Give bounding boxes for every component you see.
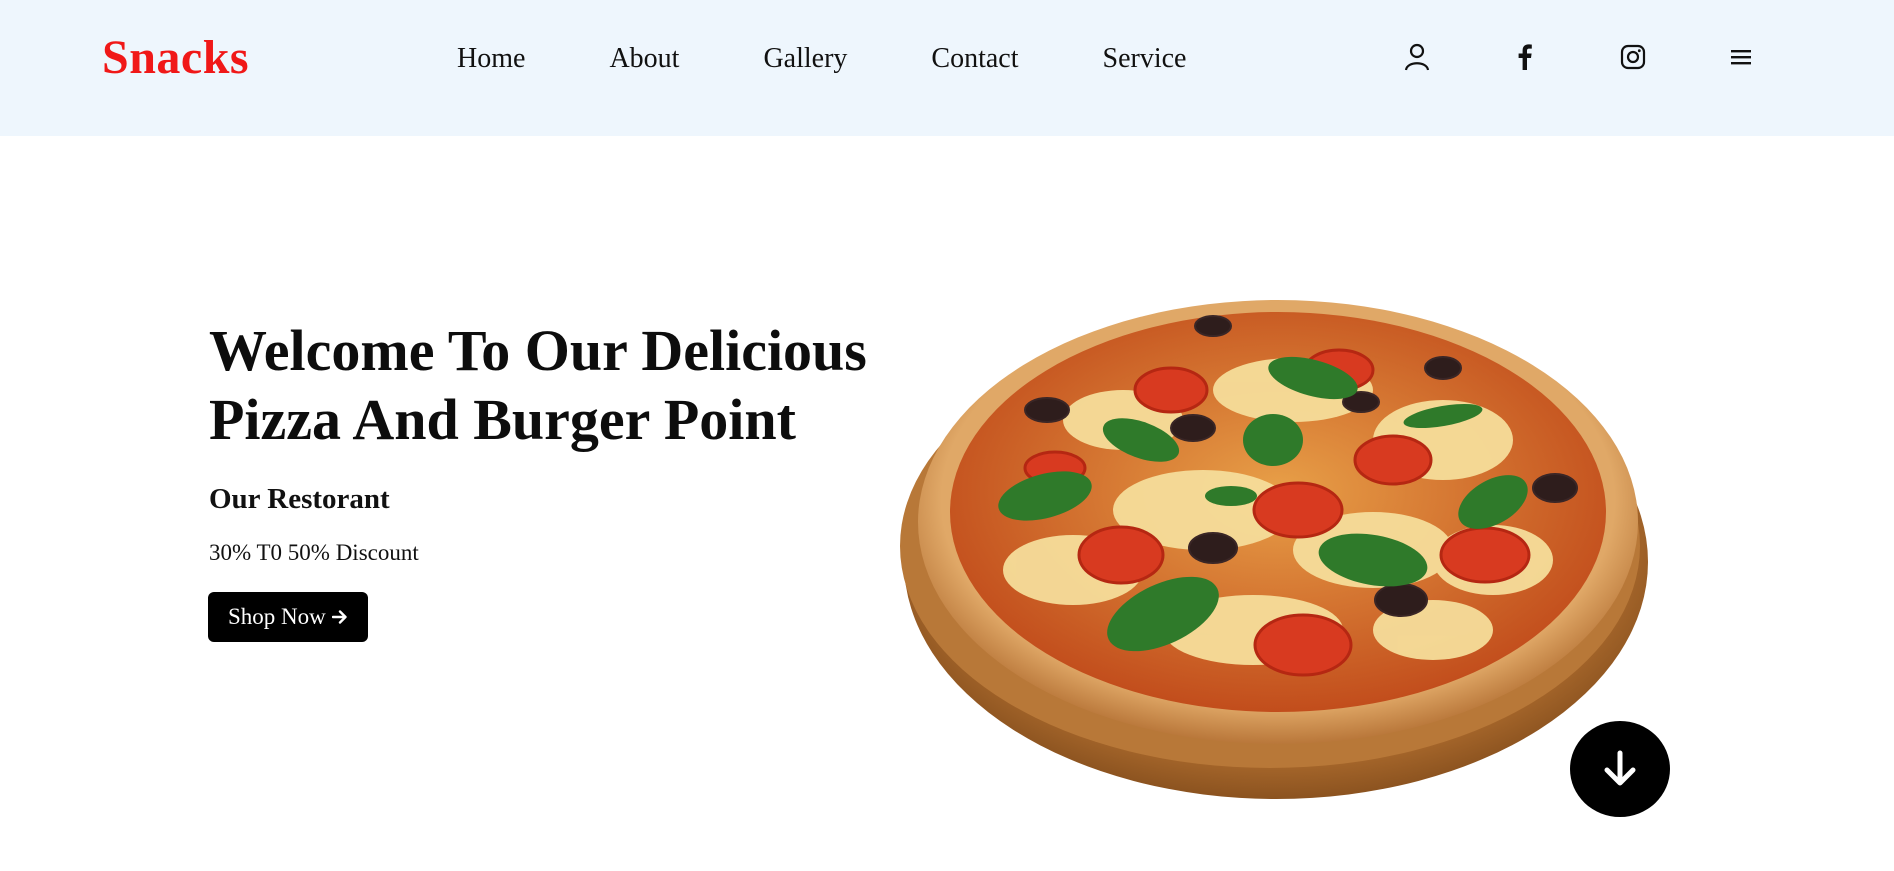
nav-contact[interactable]: Contact — [931, 43, 1018, 75]
nav-gallery[interactable]: Gallery — [763, 43, 847, 75]
logo[interactable]: Snacks — [102, 30, 249, 85]
nav-home[interactable]: Home — [457, 43, 525, 75]
hero-title-line2: Pizza And Burger Point — [209, 387, 796, 452]
arrow-down-icon — [1604, 750, 1636, 786]
scroll-down-button[interactable] — [1570, 721, 1670, 817]
site-header: Snacks Home About Gallery Contact Servic… — [0, 0, 1894, 136]
hero-title-line1: Welcome To Our Delicious — [209, 318, 867, 383]
main-nav: Home About Gallery Contact Service — [457, 43, 1270, 75]
header-icons — [1402, 42, 1834, 72]
menu-icon[interactable] — [1726, 42, 1756, 72]
user-icon[interactable] — [1402, 42, 1432, 72]
instagram-icon[interactable] — [1618, 42, 1648, 72]
discount-text: 30% T0 50% Discount — [209, 540, 419, 565]
pizza-image — [873, 300, 1673, 800]
nav-about[interactable]: About — [609, 43, 679, 75]
arrow-right-icon — [331, 610, 347, 624]
shop-now-label: Shop Now — [228, 604, 326, 629]
hero-title: Welcome To Our Delicious Pizza And Burge… — [209, 316, 929, 454]
hero-subtitle: Our Restorant — [209, 483, 390, 515]
nav-service[interactable]: Service — [1103, 43, 1187, 75]
facebook-icon[interactable] — [1510, 42, 1540, 72]
shop-now-button[interactable]: Shop Now — [208, 592, 368, 642]
